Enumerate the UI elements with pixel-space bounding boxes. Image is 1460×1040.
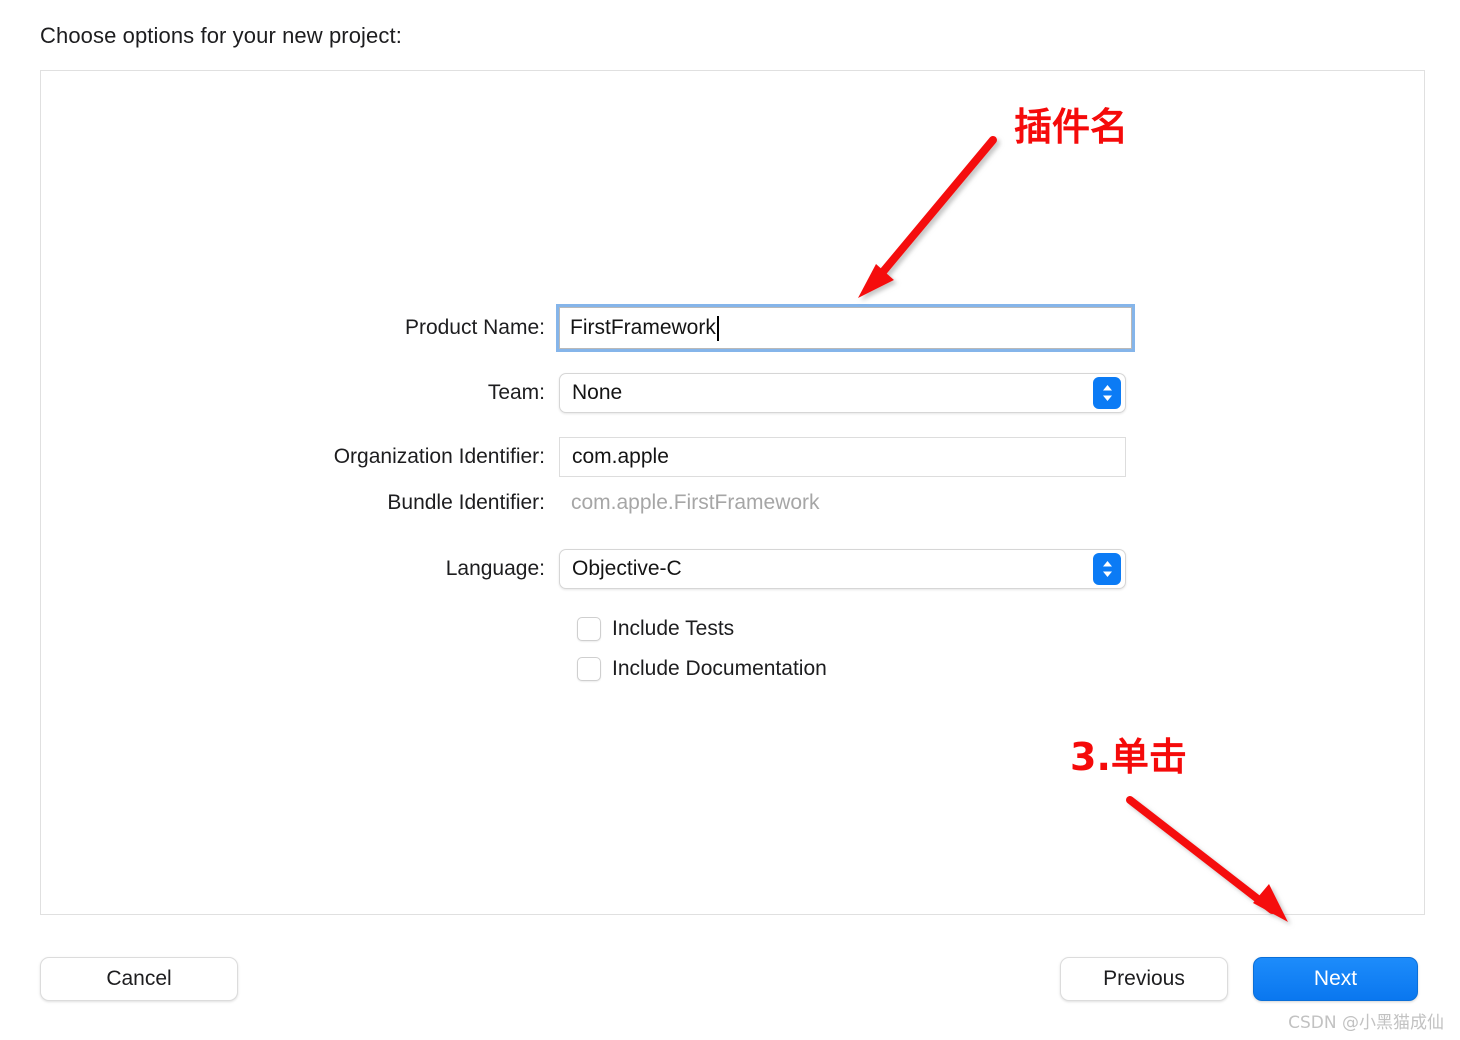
team-value: None bbox=[572, 381, 623, 404]
team-select[interactable]: None bbox=[559, 373, 1126, 413]
team-label: Team: bbox=[487, 381, 545, 404]
field-row-team: Team: None bbox=[41, 373, 1126, 413]
text-cursor bbox=[716, 315, 719, 341]
field-row-organization-identifier: Organization Identifier: com.apple bbox=[41, 437, 1126, 477]
product-name-label: Product Name: bbox=[404, 316, 545, 339]
field-row-include-tests: Include Tests bbox=[41, 617, 734, 641]
checkbox-icon[interactable] bbox=[577, 617, 601, 641]
field-row-include-documentation: Include Documentation bbox=[41, 657, 827, 681]
organization-identifier-label: Organization Identifier: bbox=[333, 445, 545, 468]
chevron-up-down-icon[interactable] bbox=[1093, 553, 1121, 585]
cancel-button[interactable]: Cancel bbox=[40, 957, 238, 1001]
watermark: CSDN @小黑猫成仙 bbox=[1288, 1013, 1444, 1033]
annotation-click-next: 3.单击 bbox=[1070, 735, 1187, 779]
include-documentation-checkbox[interactable]: Include Documentation bbox=[559, 657, 827, 681]
page-title: Choose options for your new project: bbox=[40, 23, 402, 48]
next-button[interactable]: Next bbox=[1253, 957, 1418, 1001]
field-row-bundle-identifier: Bundle Identifier: com.apple.FirstFramew… bbox=[41, 491, 820, 515]
previous-button[interactable]: Previous bbox=[1060, 957, 1228, 1001]
language-select[interactable]: Objective-C bbox=[559, 549, 1126, 589]
checkbox-icon[interactable] bbox=[577, 657, 601, 681]
chevron-up-down-icon[interactable] bbox=[1093, 377, 1121, 409]
bundle-identifier-value: com.apple.FirstFramework bbox=[571, 491, 820, 514]
language-value: Objective-C bbox=[572, 557, 682, 580]
include-tests-label: Include Tests bbox=[612, 617, 735, 640]
include-tests-checkbox[interactable]: Include Tests bbox=[559, 617, 734, 641]
options-panel: Product Name: FirstFramework Team: None bbox=[40, 70, 1425, 915]
new-project-options-dialog: Choose options for your new project: Pro… bbox=[0, 0, 1460, 1040]
field-row-language: Language: Objective-C bbox=[41, 549, 1126, 589]
bundle-identifier-label: Bundle Identifier: bbox=[387, 491, 545, 514]
include-documentation-label: Include Documentation bbox=[612, 657, 827, 680]
organization-identifier-value: com.apple bbox=[572, 445, 669, 468]
organization-identifier-input[interactable]: com.apple bbox=[559, 437, 1126, 477]
product-name-input[interactable]: FirstFramework bbox=[559, 307, 1132, 349]
product-name-value: FirstFramework bbox=[570, 316, 716, 339]
project-options-form: Product Name: FirstFramework Team: None bbox=[41, 71, 1426, 916]
field-row-product-name: Product Name: FirstFramework bbox=[41, 307, 1132, 349]
annotation-plugin-name: 插件名 bbox=[1014, 105, 1129, 149]
language-label: Language: bbox=[445, 557, 545, 580]
